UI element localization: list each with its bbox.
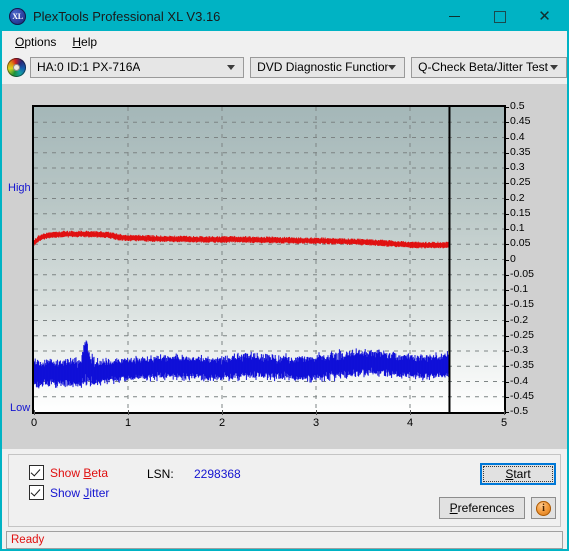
- y-tick-mark: [504, 366, 509, 368]
- lsn-label: LSN:: [147, 467, 174, 481]
- chart-svg: [34, 107, 504, 412]
- show-beta-checkbox[interactable]: [29, 465, 44, 480]
- disc-icon: [7, 57, 26, 77]
- y-tick-mark: [504, 244, 509, 246]
- axis-label-low: Low: [10, 402, 31, 414]
- app-icon: XL: [9, 8, 26, 25]
- chevron-down-icon: [388, 64, 397, 70]
- y-tick-mark: [504, 168, 509, 169]
- window-controls: ✕: [432, 2, 567, 31]
- x-tick-label: 3: [312, 417, 320, 429]
- y-tick-mark: [504, 107, 509, 108]
- y-tick-mark: [504, 122, 509, 124]
- drive-select[interactable]: HA:0 ID:1 PX-716A: [30, 56, 245, 78]
- x-tick-mark: [222, 410, 223, 415]
- start-button[interactable]: Start: [480, 463, 556, 485]
- minimize-button[interactable]: [432, 2, 477, 31]
- x-tick-mark: [504, 410, 505, 415]
- menu-bar: Options Help: [2, 31, 567, 52]
- y-tick-mark: [504, 198, 509, 200]
- y-tick-mark: [504, 351, 509, 352]
- info-button[interactable]: i: [531, 497, 556, 519]
- y-tick-mark: [504, 290, 509, 291]
- toolbar: HA:0 ID:1 PX-716A DVD Diagnostic Functio…: [2, 52, 567, 82]
- show-beta-row[interactable]: Show Beta: [29, 465, 108, 480]
- test-select-value: Q-Check Beta/Jitter Test: [418, 60, 548, 74]
- y-tick-mark: [504, 381, 509, 383]
- y-tick-label: -0.45: [510, 389, 534, 402]
- function-select-value: DVD Diagnostic Functions: [257, 60, 389, 74]
- test-select[interactable]: Q-Check Beta/Jitter Test: [411, 56, 567, 78]
- menu-options-rest: ptions: [24, 34, 57, 49]
- controls-group: Show Beta Show Jitter LSN: 2298368 Start…: [8, 454, 561, 527]
- y-tick-mark: [504, 305, 509, 307]
- y-tick-mark: [504, 320, 509, 322]
- y-tick-mark: [504, 259, 509, 261]
- y-tick-mark: [504, 183, 509, 185]
- axis-label-high: High: [8, 182, 31, 194]
- y-tick-mark: [504, 213, 509, 215]
- chart-panel: High Low 0.5 0.45 0.4 0.35 0.3 0.25 0.2 0.15 0.1…: [2, 84, 567, 449]
- show-jitter-checkbox[interactable]: [29, 485, 44, 500]
- y-tick-label: -0.5: [510, 405, 529, 417]
- menu-item-options[interactable]: Options: [7, 33, 64, 51]
- y-tick-label: 0.4: [510, 130, 525, 143]
- y-tick-mark: [504, 137, 509, 139]
- window-title: PlexTools Professional XL V3.16: [33, 9, 221, 24]
- y-tick-label: -0.35: [510, 359, 534, 372]
- chevron-down-icon: [550, 64, 558, 70]
- maximize-button[interactable]: [477, 2, 522, 31]
- function-select[interactable]: DVD Diagnostic Functions: [250, 56, 406, 78]
- menu-item-help[interactable]: Help: [64, 33, 105, 51]
- menu-help-rest: elp: [81, 34, 98, 49]
- close-icon[interactable]: ✕: [522, 2, 567, 31]
- show-jitter-label: Show Jitter: [50, 485, 110, 500]
- drive-select-value: HA:0 ID:1 PX-716A: [37, 60, 141, 74]
- y-tick-label: -0.05: [510, 267, 534, 280]
- y-tick-label: -0.2: [510, 313, 529, 326]
- y-tick-mark: [504, 274, 509, 276]
- y-tick-label: 0.35: [510, 145, 531, 158]
- x-tick-label: 2: [218, 417, 226, 429]
- y-tick-mark: [504, 335, 509, 337]
- y-tick-label: -0.15: [510, 298, 534, 311]
- chart-plot-area: [32, 105, 506, 414]
- x-tick-mark: [128, 410, 129, 415]
- y-tick-label: 0: [510, 252, 516, 265]
- y-tick-label: 0.2: [510, 191, 525, 204]
- lsn-value: 2298368: [194, 467, 241, 481]
- status-bar: Ready: [6, 531, 563, 549]
- y-tick-mark: [504, 229, 509, 230]
- y-tick-mark: [504, 396, 509, 398]
- x-tick-label: 5: [500, 417, 508, 429]
- y-tick-label: 0.15: [510, 206, 531, 219]
- y-tick-label: 0.3: [510, 161, 525, 173]
- plextools-window: XL PlexTools Professional XL V3.16 ✕ Opt…: [0, 0, 569, 551]
- title-bar: XL PlexTools Professional XL V3.16 ✕: [2, 2, 567, 31]
- y-tick-label: 0.5: [510, 100, 525, 112]
- y-tick-label: 0.1: [510, 222, 525, 234]
- x-tick-label: 1: [124, 417, 132, 429]
- show-jitter-row[interactable]: Show Jitter: [29, 485, 109, 500]
- y-tick-mark: [504, 152, 509, 154]
- status-text: Ready: [11, 534, 45, 546]
- y-tick-label: 0.45: [510, 115, 531, 128]
- x-tick-mark: [316, 410, 317, 415]
- x-tick-label: 4: [406, 417, 414, 429]
- info-icon: i: [536, 500, 551, 516]
- x-tick-label: 0: [30, 417, 38, 429]
- show-beta-label: Show Beta: [50, 465, 109, 480]
- preferences-button-label: Preferences: [449, 501, 515, 515]
- y-tick-label: -0.4: [510, 374, 529, 387]
- y-tick-label: -0.3: [510, 344, 529, 356]
- x-tick-mark: [34, 410, 35, 415]
- preferences-button[interactable]: Preferences: [439, 497, 525, 519]
- chevron-down-icon: [227, 64, 236, 70]
- y-tick-label: -0.25: [510, 328, 534, 341]
- y-tick-label: -0.1: [510, 283, 529, 295]
- x-tick-mark: [410, 410, 411, 415]
- focus-ring: [483, 466, 553, 482]
- y-tick-label: 0.25: [510, 176, 531, 189]
- y-tick-label: 0.05: [510, 237, 531, 250]
